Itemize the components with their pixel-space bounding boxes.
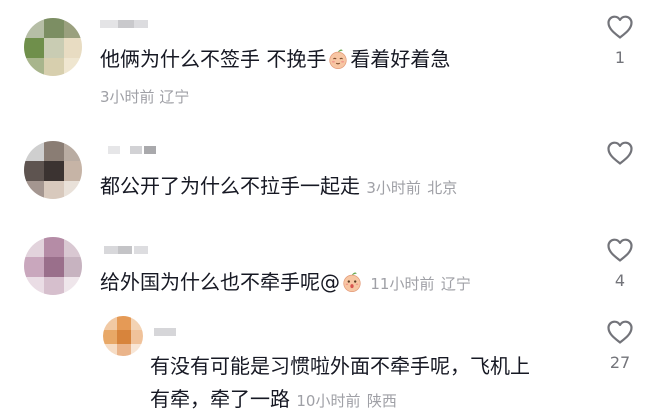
comment-text: 他俩为什么不签手 不挽手 看着好着急	[100, 46, 450, 72]
heart-outline-icon	[607, 15, 633, 39]
comment-text-part: 看着好着急	[350, 47, 451, 71]
username-blurred[interactable]	[100, 20, 150, 30]
avatar[interactable]	[24, 18, 82, 76]
heart-outline-icon	[607, 320, 633, 344]
like-button[interactable]	[602, 140, 638, 166]
username-blurred[interactable]	[154, 328, 176, 338]
heart-outline-icon	[607, 141, 633, 165]
like-button[interactable]: 27	[602, 319, 638, 373]
comment-list: 他俩为什么不签手 不挽手 看着好着急 3小时前 辽宁 1 都公开了为什么不拉手一…	[0, 0, 660, 416]
avatar[interactable]	[103, 316, 143, 356]
comment-text: 都公开了为什么不拉手一起走 3小时前 北京	[100, 173, 457, 201]
like-count: 4	[614, 271, 626, 290]
like-button[interactable]: 4	[602, 237, 638, 291]
comment-text-line: 有没有可能是习惯啦外面不牵手呢，飞机上	[150, 353, 530, 379]
comment-text-part: 有没有可能是习惯啦外面不牵手呢，飞机上	[150, 354, 530, 378]
comment-text-part: 他俩为什么不签手 不挽手	[100, 47, 327, 71]
avatar[interactable]	[24, 237, 82, 295]
username-blurred[interactable]	[108, 146, 156, 156]
avatar[interactable]	[24, 141, 82, 199]
surprised-peach-emoji	[343, 272, 361, 292]
comment-location: 辽宁	[159, 88, 190, 106]
username-blurred[interactable]	[104, 246, 148, 256]
like-count: 27	[609, 353, 631, 372]
comment-time: 3小时前	[100, 88, 155, 106]
comment-text-part: 给外国为什么也不牵手呢@	[100, 270, 340, 294]
heart-outline-icon	[607, 238, 633, 262]
comment-meta: 3小时前 辽宁	[100, 87, 189, 107]
comment-location: 北京	[427, 179, 458, 197]
comment-location: 辽宁	[440, 275, 471, 293]
comment-text-line: 有牵，牵了一路 10小时前 陕西	[150, 386, 397, 414]
comment-location: 陕西	[366, 392, 397, 410]
comment-text-part: 都公开了为什么不拉手一起走	[100, 174, 360, 198]
comment-time: 10小时前	[296, 392, 361, 410]
like-count: 1	[614, 48, 626, 67]
comment-time: 11小时前	[370, 275, 435, 293]
comment-text-part: 有牵，牵了一路	[150, 387, 290, 411]
peach-face-emoji	[329, 49, 347, 69]
like-button[interactable]: 1	[602, 14, 638, 68]
comment-text: 给外国为什么也不牵手呢@ 11小时前 辽宁	[100, 269, 471, 297]
comment-time: 3小时前	[366, 179, 421, 197]
